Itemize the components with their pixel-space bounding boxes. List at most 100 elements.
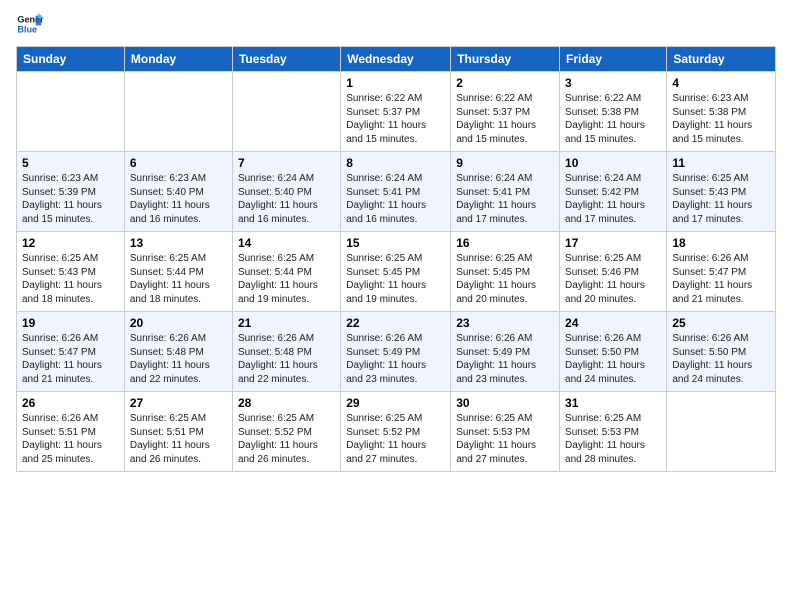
calendar-cell: 1Sunrise: 6:22 AMSunset: 5:37 PMDaylight… <box>341 72 451 152</box>
calendar-cell: 24 Sunrise: 6:26 AMSunset: 5:50 PMDayligh… <box>560 312 667 392</box>
day-number: 1 <box>346 76 445 90</box>
calendar-cell: 17 Sunrise: 6:25 AMSunset: 5:46 PMDayligh… <box>560 232 667 312</box>
calendar-cell: 11 Sunrise: 6:25 AMSunset: 5:43 PMDayligh… <box>667 152 776 232</box>
calendar-cell: 30 Sunrise: 6:25 AMSunset: 5:53 PMDayligh… <box>451 392 560 472</box>
calendar-table: SundayMondayTuesdayWednesdayThursdayFrid… <box>16 46 776 472</box>
day-number: 31 <box>565 396 661 410</box>
day-number: 6 <box>130 156 227 170</box>
calendar-dow-friday: Friday <box>560 47 667 72</box>
day-number: 25 <box>672 316 770 330</box>
day-number: 8 <box>346 156 445 170</box>
day-number: 27 <box>130 396 227 410</box>
calendar-cell: 26 Sunrise: 6:26 AMSunset: 5:51 PMDayligh… <box>17 392 125 472</box>
calendar-cell <box>124 72 232 152</box>
day-number: 19 <box>22 316 119 330</box>
calendar-cell: 8Sunrise: 6:24 AMSunset: 5:41 PMDaylight… <box>341 152 451 232</box>
calendar-cell: 3 Sunrise: 6:22 AMSunset: 5:38 PMDaylight… <box>560 72 667 152</box>
calendar-cell: 19 Sunrise: 6:26 AMSunset: 5:47 PMDayligh… <box>17 312 125 392</box>
day-info: Sunrise: 6:24 AMSunset: 5:40 PMDaylight:… <box>238 172 335 226</box>
calendar-week-row: 1Sunrise: 6:22 AMSunset: 5:37 PMDaylight… <box>17 72 776 152</box>
calendar-dow-saturday: Saturday <box>667 47 776 72</box>
day-info: Sunrise: 6:24 AMSunset: 5:41 PMDaylight:… <box>456 172 554 226</box>
day-info: Sunrise: 6:26 AMSunset: 5:50 PMDaylight:… <box>565 332 661 386</box>
day-number: 3 <box>565 76 661 90</box>
page: General Blue SundayMondayTuesdayWednesda… <box>0 0 792 612</box>
day-number: 11 <box>672 156 770 170</box>
calendar-cell: 15 Sunrise: 6:25 AMSunset: 5:45 PMDayligh… <box>341 232 451 312</box>
calendar-header-row: SundayMondayTuesdayWednesdayThursdayFrid… <box>17 47 776 72</box>
day-info: Sunrise: 6:23 AMSunset: 5:40 PMDaylight:… <box>130 172 227 226</box>
day-info: Sunrise: 6:25 AMSunset: 5:44 PMDaylight:… <box>238 252 335 306</box>
calendar-dow-tuesday: Tuesday <box>232 47 340 72</box>
day-number: 24 <box>565 316 661 330</box>
calendar-cell: 29Sunrise: 6:25 AMSunset: 5:52 PMDayligh… <box>341 392 451 472</box>
day-number: 10 <box>565 156 661 170</box>
day-info: Sunrise: 6:26 AMSunset: 5:48 PMDaylight:… <box>130 332 227 386</box>
svg-text:Blue: Blue <box>17 24 37 34</box>
day-info: Sunrise: 6:25 AMSunset: 5:43 PMDaylight:… <box>22 252 119 306</box>
calendar-cell: 9 Sunrise: 6:24 AMSunset: 5:41 PMDaylight… <box>451 152 560 232</box>
day-info: Sunrise: 6:25 AMSunset: 5:52 PMDaylight:… <box>238 412 335 466</box>
calendar-cell: 28 Sunrise: 6:25 AMSunset: 5:52 PMDayligh… <box>232 392 340 472</box>
calendar-cell: 23Sunrise: 6:26 AMSunset: 5:49 PMDayligh… <box>451 312 560 392</box>
calendar-cell: 21 Sunrise: 6:26 AMSunset: 5:48 PMDayligh… <box>232 312 340 392</box>
day-number: 21 <box>238 316 335 330</box>
day-info: Sunrise: 6:25 AMSunset: 5:51 PMDaylight:… <box>130 412 227 466</box>
day-number: 7 <box>238 156 335 170</box>
day-number: 23 <box>456 316 554 330</box>
day-number: 14 <box>238 236 335 250</box>
calendar-cell: 4 Sunrise: 6:23 AMSunset: 5:38 PMDaylight… <box>667 72 776 152</box>
day-number: 30 <box>456 396 554 410</box>
calendar-week-row: 26 Sunrise: 6:26 AMSunset: 5:51 PMDayligh… <box>17 392 776 472</box>
header: General Blue <box>16 10 776 38</box>
calendar-dow-thursday: Thursday <box>451 47 560 72</box>
logo-icon: General Blue <box>16 10 44 38</box>
calendar-cell <box>232 72 340 152</box>
calendar-cell: 2Sunrise: 6:22 AMSunset: 5:37 PMDaylight… <box>451 72 560 152</box>
day-info: Sunrise: 6:25 AMSunset: 5:43 PMDaylight:… <box>672 172 770 226</box>
calendar-cell <box>667 392 776 472</box>
day-number: 2 <box>456 76 554 90</box>
calendar-cell: 12 Sunrise: 6:25 AMSunset: 5:43 PMDayligh… <box>17 232 125 312</box>
day-number: 12 <box>22 236 119 250</box>
calendar-cell: 18 Sunrise: 6:26 AMSunset: 5:47 PMDayligh… <box>667 232 776 312</box>
calendar-cell: 13Sunrise: 6:25 AMSunset: 5:44 PMDayligh… <box>124 232 232 312</box>
day-info: Sunrise: 6:26 AMSunset: 5:51 PMDaylight:… <box>22 412 119 466</box>
calendar-week-row: 19 Sunrise: 6:26 AMSunset: 5:47 PMDayligh… <box>17 312 776 392</box>
day-number: 20 <box>130 316 227 330</box>
day-info: Sunrise: 6:25 AMSunset: 5:46 PMDaylight:… <box>565 252 661 306</box>
calendar-cell: 6 Sunrise: 6:23 AMSunset: 5:40 PMDaylight… <box>124 152 232 232</box>
calendar-cell: 22Sunrise: 6:26 AMSunset: 5:49 PMDayligh… <box>341 312 451 392</box>
day-number: 4 <box>672 76 770 90</box>
logo: General Blue <box>16 10 44 38</box>
day-info: Sunrise: 6:25 AMSunset: 5:45 PMDaylight:… <box>456 252 554 306</box>
day-number: 22 <box>346 316 445 330</box>
day-info: Sunrise: 6:25 AMSunset: 5:45 PMDaylight:… <box>346 252 445 306</box>
day-info: Sunrise: 6:25 AMSunset: 5:53 PMDaylight:… <box>456 412 554 466</box>
day-number: 26 <box>22 396 119 410</box>
day-info: Sunrise: 6:25 AMSunset: 5:53 PMDaylight:… <box>565 412 661 466</box>
calendar-week-row: 5Sunrise: 6:23 AMSunset: 5:39 PMDaylight… <box>17 152 776 232</box>
day-number: 9 <box>456 156 554 170</box>
calendar-cell: 25Sunrise: 6:26 AMSunset: 5:50 PMDayligh… <box>667 312 776 392</box>
day-number: 18 <box>672 236 770 250</box>
day-number: 5 <box>22 156 119 170</box>
calendar-cell: 31 Sunrise: 6:25 AMSunset: 5:53 PMDayligh… <box>560 392 667 472</box>
day-number: 28 <box>238 396 335 410</box>
day-number: 29 <box>346 396 445 410</box>
calendar-cell: 5Sunrise: 6:23 AMSunset: 5:39 PMDaylight… <box>17 152 125 232</box>
day-info: Sunrise: 6:26 AMSunset: 5:48 PMDaylight:… <box>238 332 335 386</box>
day-info: Sunrise: 6:23 AMSunset: 5:38 PMDaylight:… <box>672 92 770 146</box>
calendar-cell <box>17 72 125 152</box>
calendar-dow-wednesday: Wednesday <box>341 47 451 72</box>
day-info: Sunrise: 6:24 AMSunset: 5:42 PMDaylight:… <box>565 172 661 226</box>
day-number: 15 <box>346 236 445 250</box>
day-info: Sunrise: 6:26 AMSunset: 5:47 PMDaylight:… <box>22 332 119 386</box>
day-info: Sunrise: 6:26 AMSunset: 5:47 PMDaylight:… <box>672 252 770 306</box>
calendar-cell: 10 Sunrise: 6:24 AMSunset: 5:42 PMDayligh… <box>560 152 667 232</box>
calendar-cell: 7 Sunrise: 6:24 AMSunset: 5:40 PMDaylight… <box>232 152 340 232</box>
calendar-cell: 14 Sunrise: 6:25 AMSunset: 5:44 PMDayligh… <box>232 232 340 312</box>
day-info: Sunrise: 6:22 AMSunset: 5:38 PMDaylight:… <box>565 92 661 146</box>
day-number: 17 <box>565 236 661 250</box>
calendar-week-row: 12 Sunrise: 6:25 AMSunset: 5:43 PMDayligh… <box>17 232 776 312</box>
